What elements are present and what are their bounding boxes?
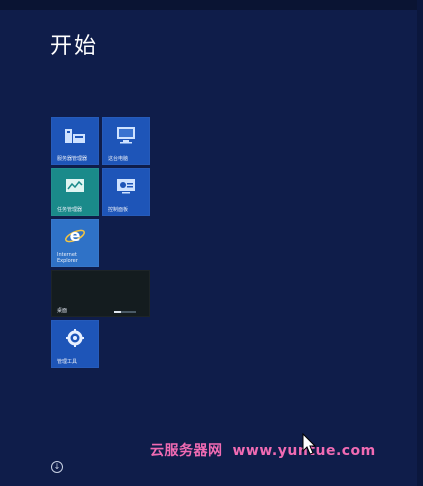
tile-label: 桌面 [57, 308, 68, 314]
tile-label: 管理工具 [57, 359, 78, 365]
mouse-cursor-icon [302, 432, 317, 459]
tile-label: 服务器管理器 [57, 156, 88, 162]
tile-server-manager[interactable]: 服务器管理器 [51, 117, 99, 165]
tile-desktop[interactable]: 桌面 [51, 270, 150, 317]
tile-this-pc[interactable]: 这台电脑 [102, 117, 150, 165]
svg-text:e: e [70, 226, 81, 245]
control-panel-icon [115, 177, 137, 199]
desktop-progress-bar [114, 311, 136, 313]
task-manager-icon [64, 177, 86, 199]
admin-tools-icon [65, 328, 85, 352]
server-manager-icon [64, 126, 86, 148]
tile-label: 任务管理器 [57, 207, 83, 213]
window-right-edge [417, 0, 423, 486]
watermark-cn: 云服务器网 [150, 443, 223, 459]
start-screen-title: 开始 [50, 34, 99, 59]
watermark: 云服务器网 www.yuntue.com [150, 440, 376, 460]
tile-label: 这台电脑 [108, 156, 129, 162]
window-top-bar [0, 0, 423, 10]
tile-task-manager[interactable]: 任务管理器 [51, 168, 99, 216]
arrow-down-icon: ↓ [53, 462, 61, 471]
tile-label: 控制面板 [108, 207, 129, 213]
all-apps-down-arrow-button[interactable]: ↓ [51, 461, 63, 473]
tile-label-line2: Explorer [57, 258, 78, 264]
tile-internet-explorer[interactable]: e Internet Explorer [51, 219, 99, 267]
computer-icon [115, 126, 137, 148]
tile-label: Internet Explorer [57, 252, 78, 264]
desktop-progress-fill [114, 311, 121, 313]
internet-explorer-icon: e [64, 225, 86, 251]
tile-admin-tools[interactable]: 管理工具 [51, 320, 99, 368]
tile-control-panel[interactable]: 控制面板 [102, 168, 150, 216]
